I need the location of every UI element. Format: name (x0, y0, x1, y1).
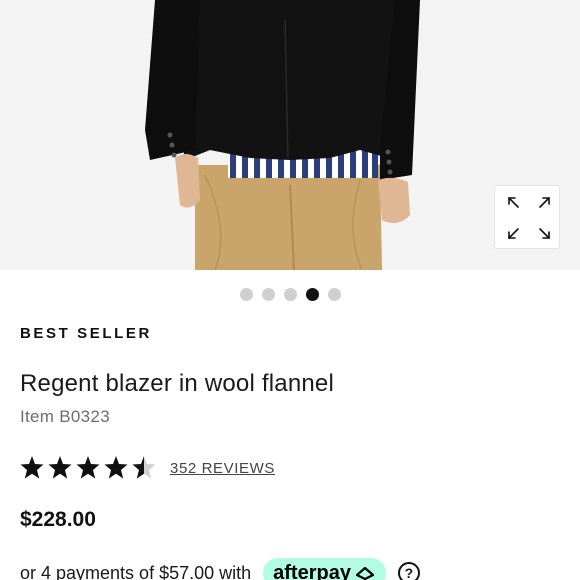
carousel-dot[interactable] (239, 288, 253, 301)
carousel-dot[interactable] (327, 288, 341, 301)
help-icon[interactable]: ? (397, 562, 420, 580)
product-image[interactable] (0, 0, 580, 270)
installment-text: or 4 payments of $57.00 with (20, 562, 252, 580)
item-number: Item B0323 (20, 407, 110, 426)
afterpay-logo: afterpay (273, 561, 351, 580)
afterpay-arrows-icon (355, 566, 375, 580)
product-photo (0, 0, 580, 270)
carousel-dot[interactable] (283, 288, 297, 301)
best-seller-badge: BEST SELLER (20, 325, 152, 342)
star-icon (20, 456, 44, 479)
star-icon (104, 456, 128, 479)
star-icon (76, 456, 100, 479)
expand-arrows-icon (508, 197, 550, 239)
afterpay-installments: or 4 payments of $57.00 with afterpay ? (20, 558, 420, 580)
carousel-dot[interactable] (261, 288, 275, 301)
carousel-dot-active[interactable] (305, 288, 319, 301)
product-title: Regent blazer in wool flannel (20, 370, 334, 397)
half-star-icon (132, 456, 156, 479)
star-rating[interactable] (20, 455, 160, 481)
star-icon (48, 456, 72, 479)
afterpay-badge[interactable]: afterpay (263, 558, 386, 580)
expand-image-button[interactable] (494, 185, 560, 249)
image-carousel-indicators (0, 288, 580, 301)
reviews-link[interactable]: 352 REVIEWS (170, 460, 275, 477)
product-price: $228.00 (20, 508, 96, 531)
